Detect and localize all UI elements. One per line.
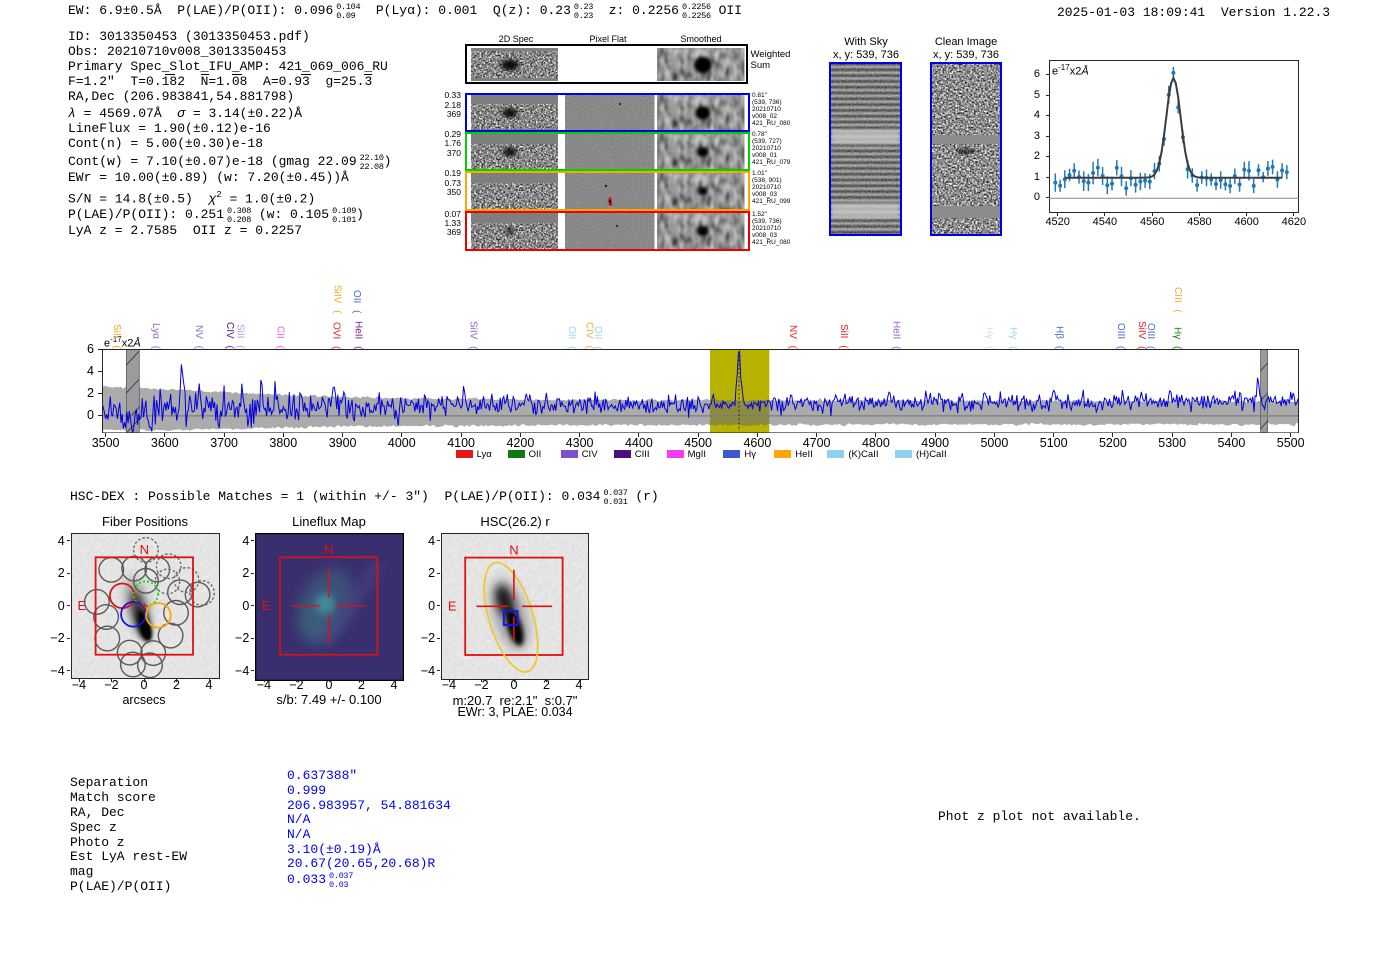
svg-text:E: E	[262, 598, 271, 613]
svg-text:N: N	[324, 542, 333, 557]
svg-text:E: E	[448, 598, 457, 613]
svg-text:N: N	[139, 542, 148, 557]
svg-text:N: N	[509, 542, 518, 557]
svg-text:E: E	[77, 598, 86, 613]
